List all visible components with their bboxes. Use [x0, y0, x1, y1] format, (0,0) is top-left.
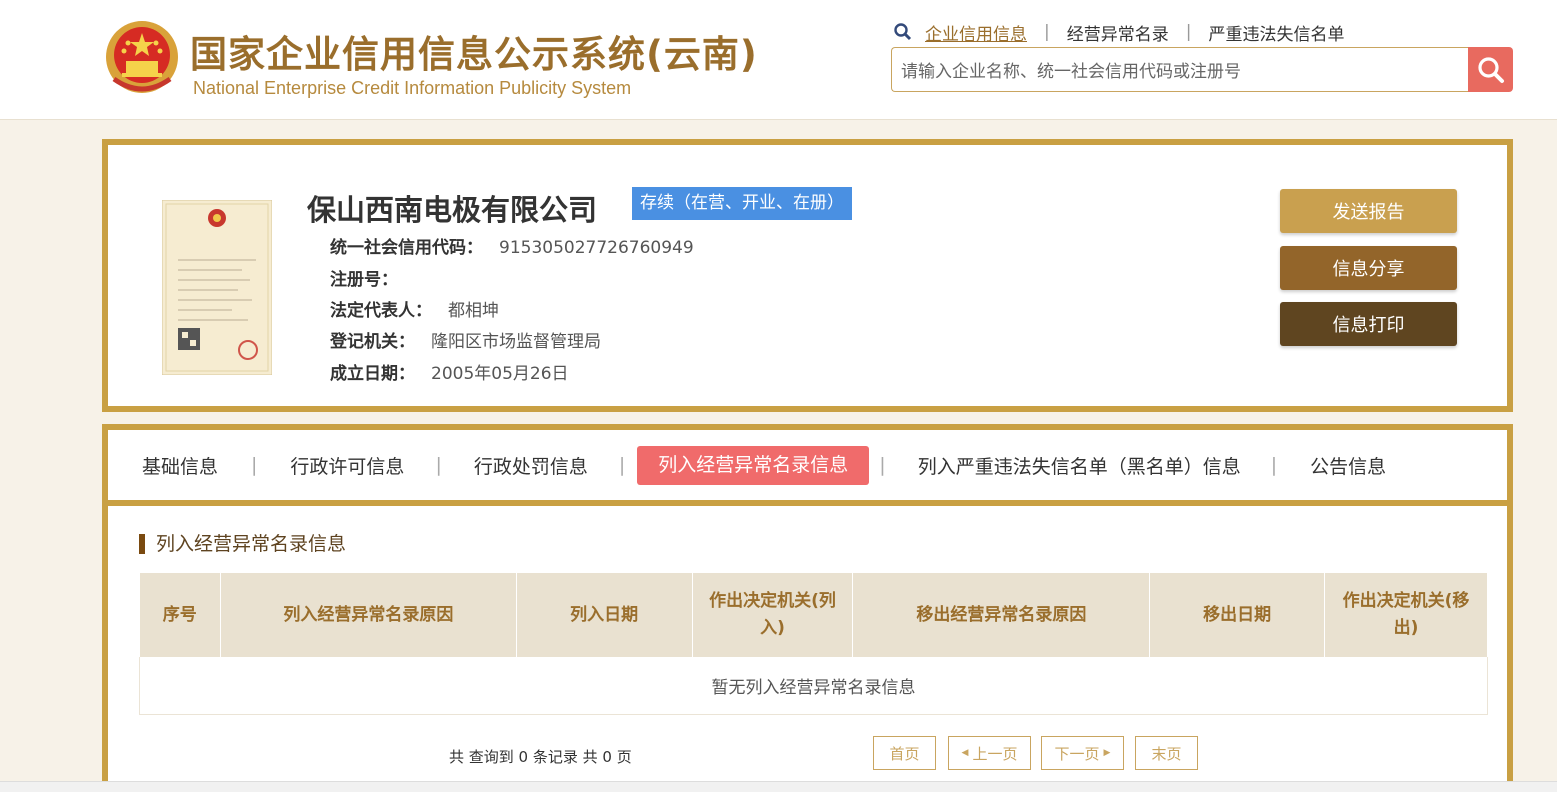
- status-badge: 存续（在营、开业、在册）: [632, 187, 852, 220]
- next-page-label: 下一页: [1054, 744, 1100, 763]
- field-value: 915305027726760949: [499, 238, 694, 258]
- field-credit-code: 统一社会信用代码： 915305027726760949: [330, 233, 694, 258]
- last-page-button[interactable]: 末页: [1135, 736, 1198, 770]
- field-registration-number: 注册号：: [330, 265, 414, 290]
- column-header: 移出经营异常名录原因: [852, 573, 1151, 657]
- tab-separator: |: [435, 454, 442, 476]
- magnifier-icon: [1477, 56, 1504, 83]
- section-title: 列入经营异常名录信息: [139, 534, 346, 554]
- national-emblem-icon: [106, 21, 178, 93]
- next-page-button[interactable]: 下一页 ▶: [1041, 736, 1124, 770]
- column-header: 列入经营异常名录原因: [220, 573, 517, 657]
- column-header: 作出决定机关(列入): [692, 573, 854, 657]
- field-label: 成立日期：: [330, 364, 415, 384]
- company-name: 保山西南电极有限公司: [307, 193, 598, 227]
- nav-link-abnormal-list[interactable]: 经营异常名录: [1067, 20, 1169, 45]
- nav-separator: |: [1044, 22, 1050, 42]
- tab-announcements[interactable]: 公告信息: [1310, 452, 1386, 479]
- field-established-date: 成立日期： 2005年05月26日: [330, 359, 569, 384]
- tab-abnormal-list[interactable]: 列入经营异常名录信息: [637, 445, 870, 485]
- tab-separator: |: [879, 454, 886, 476]
- field-label: 登记机关：: [330, 332, 415, 352]
- site-title: 国家企业信用信息公示系统(云南): [190, 33, 758, 76]
- field-label: 注册号：: [330, 270, 398, 290]
- field-label: 统一社会信用代码：: [330, 238, 483, 258]
- nav-link-blacklist[interactable]: 严重违法失信名单: [1208, 20, 1344, 45]
- empty-message: 暂无列入经营异常名录信息: [139, 657, 1488, 715]
- prev-page-label: 上一页: [972, 744, 1018, 763]
- abnormal-list-table: 序号 列入经营异常名录原因 列入日期 作出决定机关(列入) 移出经营异常名录原因…: [139, 573, 1488, 715]
- first-page-button[interactable]: 首页: [873, 736, 936, 770]
- column-header: 序号: [139, 573, 221, 657]
- tab-admin-license[interactable]: 行政许可信息: [290, 452, 404, 479]
- search-icon: [894, 23, 912, 41]
- site-subtitle: National Enterprise Credit Information P…: [193, 78, 632, 98]
- search-input[interactable]: 请输入企业名称、统一社会信用代码或注册号: [891, 47, 1469, 92]
- column-header: 作出决定机关(移出): [1324, 573, 1488, 657]
- field-value: 隆阳区市场监督管理局: [431, 332, 601, 352]
- tab-separator: |: [618, 454, 626, 476]
- field-legal-rep: 法定代表人： 都相坤: [330, 296, 499, 321]
- tab-admin-penalty[interactable]: 行政处罚信息: [474, 452, 588, 479]
- bottom-scrollbar[interactable]: [0, 781, 1557, 792]
- column-header: 移出日期: [1149, 573, 1326, 657]
- site-header: 国家企业信用信息公示系统(云南) National Enterprise Cre…: [0, 0, 1557, 120]
- pager-summary: 共 查询到 0 条记录 共 0 页: [449, 748, 632, 766]
- prev-page-button[interactable]: ◀ 上一页: [948, 736, 1031, 770]
- table-row: 暂无列入经营异常名录信息: [139, 657, 1488, 715]
- content-panel: 列入经营异常名录信息 序号 列入经营异常名录原因 列入日期 作出决定机关(列入)…: [102, 506, 1513, 792]
- tab-basic-info[interactable]: 基础信息: [142, 452, 218, 479]
- table-header-row: 序号 列入经营异常名录原因 列入日期 作出决定机关(列入) 移出经营异常名录原因…: [139, 573, 1488, 657]
- field-label: 法定代表人：: [330, 301, 432, 321]
- send-report-button[interactable]: 发送报告: [1280, 189, 1457, 233]
- tabs-panel: 基础信息 | 行政许可信息 | 行政处罚信息 | 列入经营异常名录信息 | 列入…: [102, 424, 1513, 506]
- tab-blacklist[interactable]: 列入严重违法失信名单（黑名单）信息: [918, 452, 1241, 479]
- field-authority: 登记机关： 隆阳区市场监督管理局: [330, 327, 601, 352]
- business-license-image[interactable]: [162, 200, 272, 375]
- tab-separator: |: [1270, 454, 1278, 476]
- share-button[interactable]: 信息分享: [1280, 246, 1457, 290]
- print-button[interactable]: 信息打印: [1280, 302, 1457, 346]
- nav-separator: |: [1185, 22, 1192, 42]
- search-button[interactable]: [1468, 47, 1513, 92]
- field-value: 2005年05月26日: [431, 364, 569, 384]
- chevron-left-icon: ◀: [961, 748, 969, 758]
- top-nav: 企业信用信息 | 经营异常名录 | 严重违法失信名单: [893, 20, 1344, 45]
- chevron-right-icon: ▶: [1103, 748, 1111, 758]
- field-value: 都相坤: [448, 301, 499, 321]
- company-info-panel: 保山西南电极有限公司 存续（在营、开业、在册） 统一社会信用代码： 9153050…: [102, 139, 1513, 412]
- column-header: 列入日期: [516, 573, 693, 657]
- tab-bar: 基础信息 | 行政许可信息 | 行政处罚信息 | 列入经营异常名录信息 | 列入…: [108, 436, 1507, 494]
- nav-link-credit-info[interactable]: 企业信用信息: [925, 20, 1027, 45]
- tab-separator: |: [251, 454, 258, 476]
